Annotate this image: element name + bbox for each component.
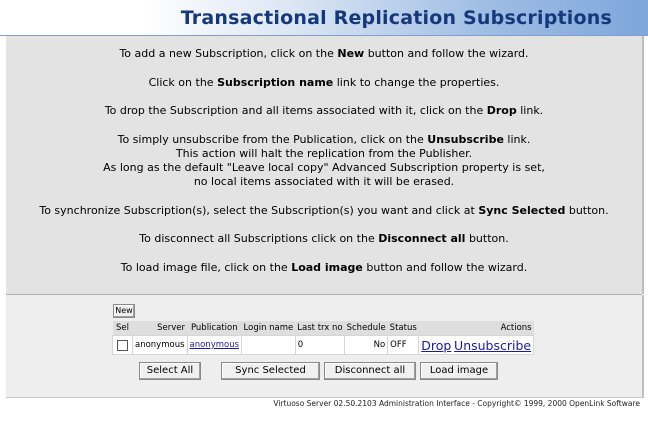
table-row: anonymous anonymous 0 No OFF Drop Unsubs… (112, 335, 535, 355)
new-button[interactable]: New (113, 304, 135, 318)
load-image-button[interactable]: Load image (420, 362, 498, 380)
publication-cell: anonymous (186, 335, 243, 355)
instruction-drop: To drop the Subscription and all items a… (104, 104, 544, 117)
last-trx-cell: 0 (294, 335, 346, 355)
column-login-name: Login name (241, 321, 296, 336)
instruction-sync: To synchronize Subscription(s), select t… (39, 204, 609, 217)
column-actions: Actions (418, 321, 534, 336)
instruction-unsubscribe: To simply unsubscribe from the Publicati… (103, 133, 545, 188)
instruction-subscription-name: Click on the Subscription name link to c… (148, 76, 500, 89)
column-status: Status (387, 321, 419, 336)
row-select-cell (112, 335, 133, 355)
sync-selected-button[interactable]: Sync Selected (221, 362, 320, 380)
column-last-trx: Last trx no (295, 321, 345, 336)
unsubscribe-link[interactable]: Unsubscribe (454, 338, 531, 353)
table-header-row: Sel Server Publication Login name Last t… (112, 321, 534, 336)
instruction-disconnect: To disconnect all Subscriptions click on… (139, 232, 509, 245)
instructions-panel: To add a new Subscription, click on the … (6, 36, 644, 294)
server-cell: anonymous (132, 335, 188, 355)
instruction-load-image: To load image file, click on the Load im… (120, 261, 528, 274)
schedule-cell: No (344, 335, 389, 355)
column-publication: Publication (187, 321, 242, 336)
instruction-new: To add a new Subscription, click on the … (119, 47, 529, 60)
actions-cell: Drop Unsubscribe (418, 335, 535, 355)
column-server: Server (132, 321, 188, 336)
login-name-cell (241, 335, 296, 355)
select-all-button[interactable]: Select All (139, 362, 201, 380)
column-sel: Sel (112, 321, 133, 336)
page-header: Transactional Replication Subscriptions (0, 0, 648, 36)
subscriptions-table: Sel Server Publication Login name Last t… (112, 321, 535, 355)
drop-link[interactable]: Drop (421, 338, 451, 353)
row-select-checkbox[interactable] (117, 339, 128, 351)
disconnect-all-button[interactable]: Disconnect all (324, 362, 416, 380)
publication-link[interactable]: anonymous (190, 340, 240, 350)
status-cell: OFF (387, 335, 420, 355)
column-schedule: Schedule (344, 321, 388, 336)
footer-copyright: Virtuoso Server 02.50.2103 Administratio… (273, 399, 640, 408)
page-title: Transactional Replication Subscriptions (180, 7, 612, 29)
